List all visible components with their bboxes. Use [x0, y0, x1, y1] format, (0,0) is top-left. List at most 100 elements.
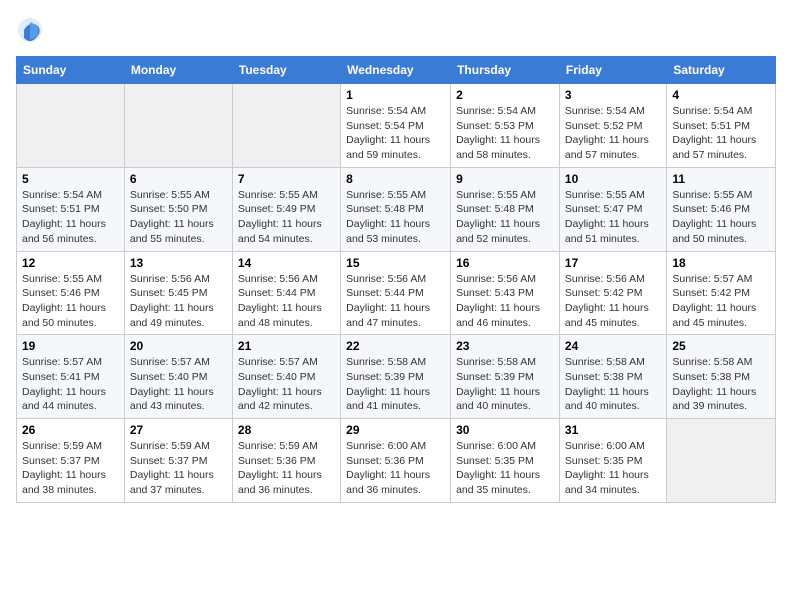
calendar-cell — [124, 84, 232, 168]
calendar-cell: 9 Sunrise: 5:55 AM Sunset: 5:48 PM Daylig… — [451, 167, 560, 251]
calendar-cell: 28 Sunrise: 5:59 AM Sunset: 5:36 PM Dayli… — [232, 419, 340, 503]
calendar-cell: 31Sunrise: 6:00 AM Sunset: 5:35 PM Dayli… — [559, 419, 666, 503]
day-number: 12 — [22, 256, 119, 270]
day-number: 21 — [238, 339, 335, 353]
day-info: Sunrise: 6:00 AM Sunset: 5:35 PM Dayligh… — [565, 439, 661, 498]
day-number: 5 — [22, 172, 119, 186]
calendar-cell: 2 Sunrise: 5:54 AM Sunset: 5:53 PM Daylig… — [451, 84, 560, 168]
calendar-cell: 12Sunrise: 5:55 AM Sunset: 5:46 PM Dayli… — [17, 251, 125, 335]
day-number: 23 — [456, 339, 554, 353]
calendar-cell: 4 Sunrise: 5:54 AM Sunset: 5:51 PM Daylig… — [667, 84, 776, 168]
calendar-week-row: 12Sunrise: 5:55 AM Sunset: 5:46 PM Dayli… — [17, 251, 776, 335]
day-info: Sunrise: 5:55 AM Sunset: 5:48 PM Dayligh… — [456, 188, 554, 247]
calendar-week-row: 5 Sunrise: 5:54 AM Sunset: 5:51 PM Daylig… — [17, 167, 776, 251]
day-number: 4 — [672, 88, 770, 102]
day-info: Sunrise: 5:55 AM Sunset: 5:48 PM Dayligh… — [346, 188, 445, 247]
column-header-monday: Monday — [124, 57, 232, 84]
day-number: 6 — [130, 172, 227, 186]
logo — [16, 16, 48, 44]
day-info: Sunrise: 5:57 AM Sunset: 5:40 PM Dayligh… — [130, 355, 227, 414]
calendar-cell — [17, 84, 125, 168]
column-header-saturday: Saturday — [667, 57, 776, 84]
day-number: 11 — [672, 172, 770, 186]
day-info: Sunrise: 5:57 AM Sunset: 5:41 PM Dayligh… — [22, 355, 119, 414]
day-number: 15 — [346, 256, 445, 270]
day-info: Sunrise: 5:55 AM Sunset: 5:47 PM Dayligh… — [565, 188, 661, 247]
day-number: 19 — [22, 339, 119, 353]
calendar-cell: 10 Sunrise: 5:55 AM Sunset: 5:47 PM Dayli… — [559, 167, 666, 251]
calendar-cell: 11 Sunrise: 5:55 AM Sunset: 5:46 PM Dayli… — [667, 167, 776, 251]
day-number: 30 — [456, 423, 554, 437]
day-info: Sunrise: 5:57 AM Sunset: 5:42 PM Dayligh… — [672, 272, 770, 331]
day-info: Sunrise: 5:54 AM Sunset: 5:52 PM Dayligh… — [565, 104, 661, 163]
calendar-cell: 3 Sunrise: 5:54 AM Sunset: 5:52 PM Daylig… — [559, 84, 666, 168]
day-number: 14 — [238, 256, 335, 270]
column-header-wednesday: Wednesday — [341, 57, 451, 84]
calendar-cell: 19 Sunrise: 5:57 AM Sunset: 5:41 PM Dayli… — [17, 335, 125, 419]
calendar-table: SundayMondayTuesdayWednesdayThursdayFrid… — [16, 56, 776, 503]
day-info: Sunrise: 5:54 AM Sunset: 5:53 PM Dayligh… — [456, 104, 554, 163]
day-info: Sunrise: 5:57 AM Sunset: 5:40 PM Dayligh… — [238, 355, 335, 414]
day-number: 9 — [456, 172, 554, 186]
day-info: Sunrise: 5:56 AM Sunset: 5:44 PM Dayligh… — [238, 272, 335, 331]
day-number: 3 — [565, 88, 661, 102]
calendar-cell: 24 Sunrise: 5:58 AM Sunset: 5:38 PM Dayli… — [559, 335, 666, 419]
day-number: 18 — [672, 256, 770, 270]
day-info: Sunrise: 5:58 AM Sunset: 5:38 PM Dayligh… — [565, 355, 661, 414]
page-header — [16, 16, 776, 44]
calendar-cell: 17Sunrise: 5:56 AM Sunset: 5:42 PM Dayli… — [559, 251, 666, 335]
day-number: 22 — [346, 339, 445, 353]
day-number: 24 — [565, 339, 661, 353]
day-info: Sunrise: 5:58 AM Sunset: 5:38 PM Dayligh… — [672, 355, 770, 414]
column-header-thursday: Thursday — [451, 57, 560, 84]
day-number: 26 — [22, 423, 119, 437]
day-info: Sunrise: 5:55 AM Sunset: 5:49 PM Dayligh… — [238, 188, 335, 247]
day-number: 28 — [238, 423, 335, 437]
day-info: Sunrise: 6:00 AM Sunset: 5:35 PM Dayligh… — [456, 439, 554, 498]
day-info: Sunrise: 5:59 AM Sunset: 5:36 PM Dayligh… — [238, 439, 335, 498]
calendar-week-row: 1Sunrise: 5:54 AM Sunset: 5:54 PM Daylig… — [17, 84, 776, 168]
calendar-cell: 7 Sunrise: 5:55 AM Sunset: 5:49 PM Daylig… — [232, 167, 340, 251]
day-info: Sunrise: 5:56 AM Sunset: 5:43 PM Dayligh… — [456, 272, 554, 331]
calendar-header-row: SundayMondayTuesdayWednesdayThursdayFrid… — [17, 57, 776, 84]
day-info: Sunrise: 5:56 AM Sunset: 5:45 PM Dayligh… — [130, 272, 227, 331]
day-info: Sunrise: 5:56 AM Sunset: 5:44 PM Dayligh… — [346, 272, 445, 331]
calendar-cell: 1Sunrise: 5:54 AM Sunset: 5:54 PM Daylig… — [341, 84, 451, 168]
calendar-cell: 5 Sunrise: 5:54 AM Sunset: 5:51 PM Daylig… — [17, 167, 125, 251]
calendar-cell: 25 Sunrise: 5:58 AM Sunset: 5:38 PM Dayli… — [667, 335, 776, 419]
day-number: 16 — [456, 256, 554, 270]
day-number: 25 — [672, 339, 770, 353]
day-number: 7 — [238, 172, 335, 186]
day-info: Sunrise: 5:54 AM Sunset: 5:54 PM Dayligh… — [346, 104, 445, 163]
calendar-cell — [232, 84, 340, 168]
column-header-friday: Friday — [559, 57, 666, 84]
calendar-cell: 22 Sunrise: 5:58 AM Sunset: 5:39 PM Dayli… — [341, 335, 451, 419]
column-header-tuesday: Tuesday — [232, 57, 340, 84]
day-info: Sunrise: 5:54 AM Sunset: 5:51 PM Dayligh… — [672, 104, 770, 163]
day-number: 17 — [565, 256, 661, 270]
calendar-cell: 23 Sunrise: 5:58 AM Sunset: 5:39 PM Dayli… — [451, 335, 560, 419]
day-info: Sunrise: 5:55 AM Sunset: 5:46 PM Dayligh… — [672, 188, 770, 247]
calendar-cell: 27Sunrise: 5:59 AM Sunset: 5:37 PM Dayli… — [124, 419, 232, 503]
day-info: Sunrise: 5:55 AM Sunset: 5:50 PM Dayligh… — [130, 188, 227, 247]
calendar-cell: 14 Sunrise: 5:56 AM Sunset: 5:44 PM Dayli… — [232, 251, 340, 335]
calendar-cell: 8 Sunrise: 5:55 AM Sunset: 5:48 PM Daylig… — [341, 167, 451, 251]
day-info: Sunrise: 5:58 AM Sunset: 5:39 PM Dayligh… — [346, 355, 445, 414]
day-number: 29 — [346, 423, 445, 437]
day-info: Sunrise: 6:00 AM Sunset: 5:36 PM Dayligh… — [346, 439, 445, 498]
calendar-week-row: 19 Sunrise: 5:57 AM Sunset: 5:41 PM Dayli… — [17, 335, 776, 419]
day-number: 2 — [456, 88, 554, 102]
day-info: Sunrise: 5:59 AM Sunset: 5:37 PM Dayligh… — [22, 439, 119, 498]
calendar-cell: 15 Sunrise: 5:56 AM Sunset: 5:44 PM Dayli… — [341, 251, 451, 335]
calendar-cell — [667, 419, 776, 503]
calendar-cell: 16 Sunrise: 5:56 AM Sunset: 5:43 PM Dayli… — [451, 251, 560, 335]
column-header-sunday: Sunday — [17, 57, 125, 84]
calendar-cell: 21 Sunrise: 5:57 AM Sunset: 5:40 PM Dayli… — [232, 335, 340, 419]
calendar-cell: 30 Sunrise: 6:00 AM Sunset: 5:35 PM Dayli… — [451, 419, 560, 503]
day-number: 8 — [346, 172, 445, 186]
day-number: 10 — [565, 172, 661, 186]
calendar-cell: 18 Sunrise: 5:57 AM Sunset: 5:42 PM Dayli… — [667, 251, 776, 335]
calendar-cell: 20Sunrise: 5:57 AM Sunset: 5:40 PM Dayli… — [124, 335, 232, 419]
day-info: Sunrise: 5:58 AM Sunset: 5:39 PM Dayligh… — [456, 355, 554, 414]
day-info: Sunrise: 5:54 AM Sunset: 5:51 PM Dayligh… — [22, 188, 119, 247]
